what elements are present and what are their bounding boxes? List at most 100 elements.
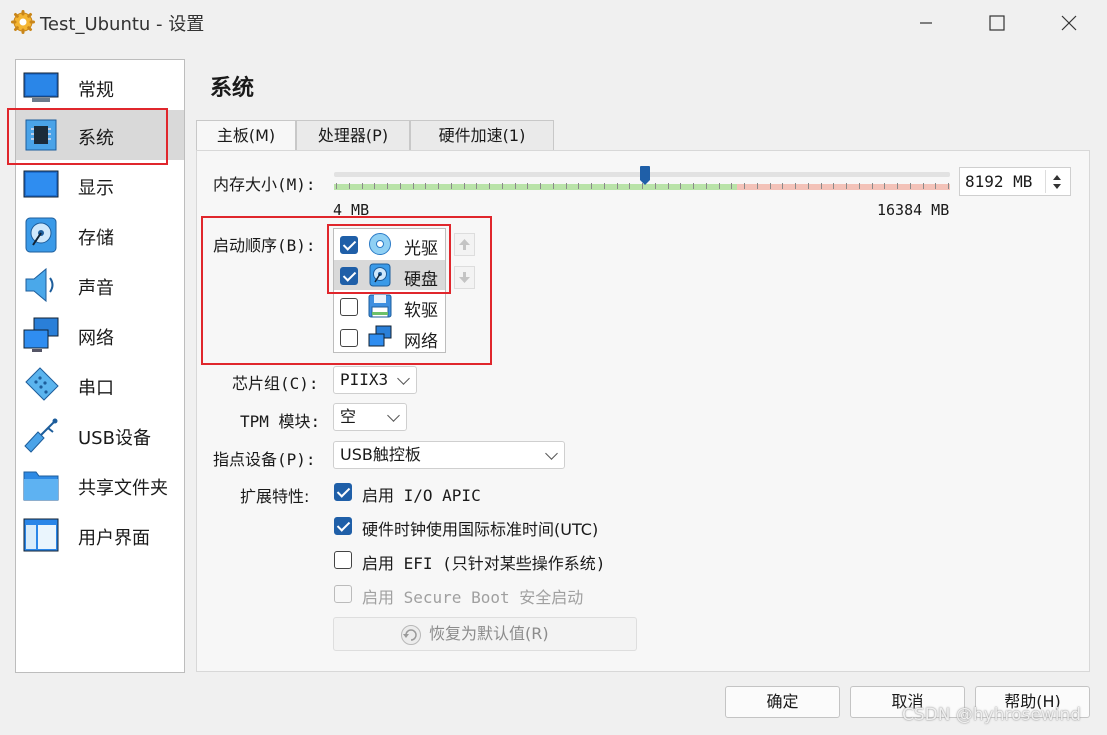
window-title: Test_Ubuntu - 设置: [40, 14, 205, 35]
sidebar-item-storage[interactable]: 存储: [16, 210, 184, 260]
sidebar-item-audio[interactable]: 声音: [16, 260, 184, 310]
memory-slider[interactable]: [334, 166, 950, 196]
boot-floppy-checkbox[interactable]: [340, 298, 358, 316]
utc-clock-option[interactable]: 硬件时钟使用国际标准时间(UTC): [333, 515, 653, 539]
boot-item-label: 软驱: [404, 301, 438, 321]
speaker-icon: [25, 267, 54, 303]
ok-button[interactable]: 确定: [725, 686, 840, 718]
slider-handle[interactable]: [640, 166, 650, 186]
restore-defaults-label: 恢复为默认值(R): [429, 624, 549, 643]
close-icon: [1061, 15, 1077, 31]
efi-checkbox[interactable]: [334, 551, 352, 569]
spin-buttons[interactable]: [1045, 170, 1068, 193]
sidebar-item-label: 系统: [78, 128, 114, 149]
settings-sidebar: 常规 系统 显示 存储 声音 网络 串口 USB设备 共享文件夹 用户界面: [15, 59, 185, 673]
sidebar-item-system[interactable]: 系统: [16, 110, 184, 160]
sidebar-item-label: 网络: [78, 328, 114, 349]
tpm-select[interactable]: 空: [333, 403, 407, 431]
monitor-icon: [23, 72, 59, 102]
chipset-value: PIIX3: [340, 370, 389, 389]
pointing-device-label: 指点设备(P):: [213, 450, 316, 469]
io-apic-option[interactable]: 启用 I/O APIC: [333, 481, 633, 505]
boot-item-label: 网络: [404, 332, 438, 352]
close-button[interactable]: [1049, 8, 1089, 38]
utc-clock-label: 硬件时钟使用国际标准时间(UTC): [362, 520, 599, 539]
title-bar: Test_Ubuntu - 设置: [0, 0, 1107, 46]
network-icon: [23, 317, 59, 352]
utc-clock-checkbox[interactable]: [334, 517, 352, 535]
tab-motherboard[interactable]: 主板(M): [196, 120, 296, 151]
tpm-label: TPM 模块:: [240, 412, 321, 431]
sidebar-item-usb[interactable]: USB设备: [16, 410, 184, 460]
spin-arrows-icon: [1053, 175, 1061, 189]
boot-item-label: 硬盘: [404, 270, 438, 290]
tab-processor[interactable]: 处理器(P): [296, 120, 410, 150]
efi-option[interactable]: 启用 EFI (只针对某些操作系统): [333, 549, 653, 573]
sidebar-item-label: 存储: [78, 228, 114, 249]
io-apic-checkbox[interactable]: [334, 483, 352, 501]
floppy-icon: [368, 294, 392, 318]
boot-item-network[interactable]: 网络: [334, 322, 445, 353]
memory-spinbox[interactable]: 8192 MB: [959, 167, 1071, 196]
serial-port-icon: [25, 367, 59, 401]
boot-move-up-button[interactable]: [454, 233, 475, 256]
restore-icon: [401, 625, 421, 645]
usb-icon: [24, 418, 58, 453]
pointing-device-select[interactable]: USB触控板: [333, 441, 565, 469]
minimize-button[interactable]: [906, 8, 946, 38]
efi-label: 启用 EFI (只针对某些操作系统): [362, 554, 606, 573]
sidebar-item-label: 串口: [78, 378, 114, 399]
chip-icon: [25, 119, 57, 151]
window-layout-icon: [23, 518, 59, 552]
sidebar-item-label: 显示: [78, 178, 114, 199]
io-apic-label: 启用 I/O APIC: [362, 486, 481, 505]
boot-item-label: 光驱: [404, 239, 438, 259]
gear-app-icon: [11, 10, 35, 34]
memory-max-label: 16384 MB: [877, 201, 950, 219]
tpm-value: 空: [340, 407, 357, 426]
slider-handle-icon: [640, 166, 650, 185]
sidebar-item-label: 常规: [78, 80, 114, 101]
sidebar-item-label: 共享文件夹: [78, 478, 168, 499]
boot-order-label: 启动顺序(B):: [213, 236, 316, 255]
boot-item-hard-disk[interactable]: 硬盘: [334, 260, 445, 291]
boot-item-optical[interactable]: 光驱: [334, 229, 445, 260]
memory-min-label: 4 MB: [333, 201, 370, 219]
secure-boot-label: 启用 Secure Boot 安全启动: [362, 588, 584, 607]
boot-network-checkbox[interactable]: [340, 329, 358, 347]
maximize-icon: [989, 15, 1005, 31]
display-icon: [23, 170, 59, 198]
memory-value: 8192 MB: [965, 172, 1033, 191]
chipset-select[interactable]: PIIX3: [333, 366, 417, 394]
chevron-down-icon: [545, 447, 558, 460]
chevron-down-icon: [397, 372, 410, 385]
boot-move-down-button[interactable]: [454, 266, 475, 289]
sidebar-item-serial-port[interactable]: 串口: [16, 360, 184, 410]
optical-disc-icon: [369, 233, 391, 255]
folder-icon: [23, 471, 59, 501]
hard-disk-icon: [25, 217, 57, 253]
boot-hard-disk-checkbox[interactable]: [340, 267, 358, 285]
sidebar-item-label: 用户界面: [78, 528, 150, 549]
maximize-button[interactable]: [977, 8, 1017, 38]
secure-boot-checkbox: [334, 585, 352, 603]
arrow-down-icon: [459, 272, 470, 283]
page-title: 系统: [210, 76, 255, 101]
arrow-up-icon: [459, 239, 470, 250]
boot-item-floppy[interactable]: 软驱: [334, 291, 445, 322]
memory-label: 内存大小(M):: [213, 175, 316, 194]
sidebar-item-general[interactable]: 常规: [16, 62, 184, 112]
minimize-icon: [920, 22, 932, 24]
secure-boot-option: 启用 Secure Boot 安全启动: [333, 583, 653, 607]
extended-features-label: 扩展特性:: [240, 487, 310, 506]
restore-defaults-button: 恢复为默认值(R): [333, 617, 637, 651]
sidebar-item-shared-folders[interactable]: 共享文件夹: [16, 460, 184, 510]
tab-acceleration[interactable]: 硬件加速(1): [410, 120, 554, 150]
watermark: CSDN @hyhrosewind: [902, 705, 1082, 725]
sidebar-item-display[interactable]: 显示: [16, 160, 184, 210]
boot-optical-checkbox[interactable]: [340, 236, 358, 254]
sidebar-item-user-interface[interactable]: 用户界面: [16, 510, 184, 560]
sidebar-item-network[interactable]: 网络: [16, 310, 184, 360]
network-icon: [368, 325, 392, 347]
hard-disk-icon: [369, 263, 391, 287]
